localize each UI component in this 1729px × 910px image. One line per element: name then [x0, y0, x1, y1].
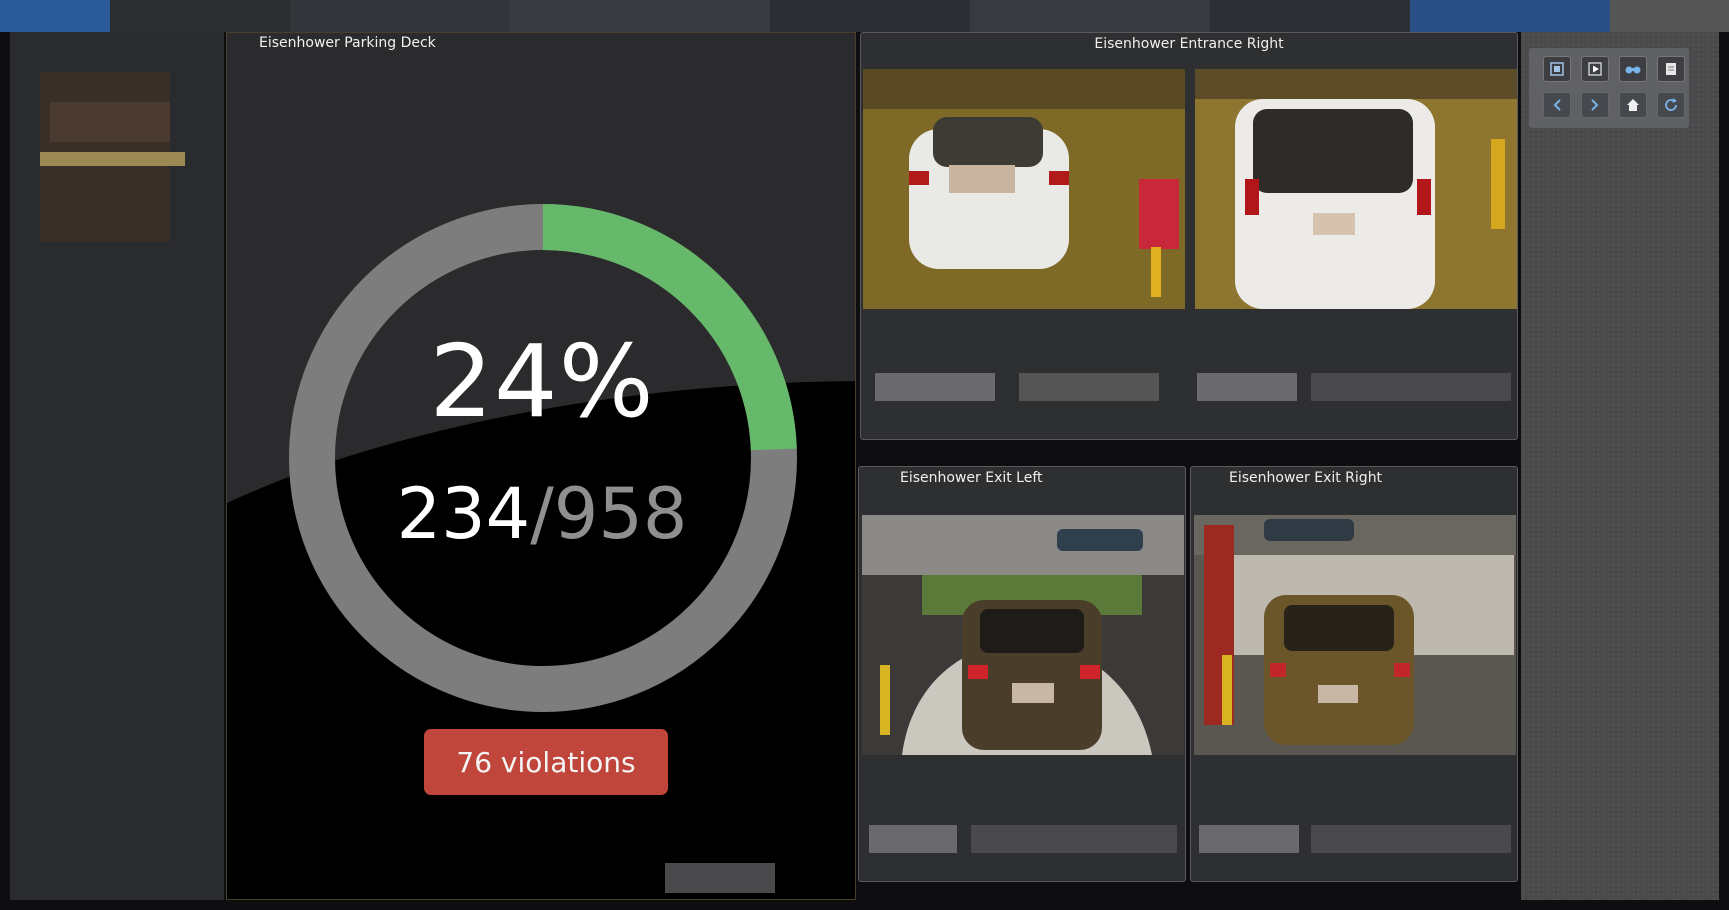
camera-image — [1194, 515, 1516, 755]
play-glyph — [1588, 62, 1602, 76]
refresh-icon[interactable] — [1657, 92, 1685, 118]
redacted-block — [665, 863, 775, 893]
redacted-block — [1019, 373, 1159, 401]
home-icon[interactable] — [1619, 92, 1647, 118]
document-icon[interactable] — [1657, 56, 1685, 82]
camera-panel-exit-left: Eisenhower Exit Left — [858, 466, 1186, 882]
camera-feed-exit-right[interactable] — [1194, 515, 1516, 755]
binoculars-glyph — [1625, 66, 1641, 74]
camera-panel-exit-right: Eisenhower Exit Right — [1190, 466, 1518, 882]
camera-feed-exit-left[interactable] — [862, 515, 1184, 755]
camera-feed-entrance-1[interactable] — [863, 69, 1185, 309]
toolbar — [1529, 48, 1689, 128]
fit-screen-icon[interactable] — [1543, 56, 1571, 82]
camera-image — [863, 69, 1185, 309]
redacted-block — [875, 373, 995, 401]
redacted-block — [1199, 825, 1299, 853]
camera-title: Eisenhower Exit Left — [900, 470, 1043, 486]
capacity-count: 958 — [553, 473, 688, 555]
camera-title: Eisenhower Exit Right — [1229, 470, 1383, 486]
occupancy-panel: Eisenhower Parking Deck 24% 234/958 76 v… — [226, 32, 856, 900]
occupancy-percent: 24% — [429, 323, 655, 440]
binoculars-icon[interactable] — [1619, 56, 1647, 82]
redacted-block — [40, 152, 185, 166]
home-glyph — [1627, 99, 1639, 111]
left-redacted-panel — [10, 32, 224, 900]
camera-panel-entrance-right: Eisenhower Entrance Right — [860, 32, 1518, 440]
chevron-right-glyph — [1591, 99, 1599, 111]
occupied-count: 234 — [396, 473, 531, 555]
chevron-left-icon[interactable] — [1543, 92, 1571, 118]
refresh-glyph — [1665, 98, 1677, 111]
redacted-block — [1311, 373, 1511, 401]
redacted-block — [869, 825, 957, 853]
camera-image — [1195, 69, 1517, 309]
chevron-left-glyph — [1553, 99, 1561, 111]
occupancy-count: 234/958 — [227, 473, 855, 555]
camera-image — [862, 515, 1184, 755]
redacted-block — [50, 102, 170, 142]
fit-screen-glyph — [1550, 62, 1564, 76]
chevron-right-icon[interactable] — [1581, 92, 1609, 118]
redacted-block — [1197, 373, 1297, 401]
camera-feed-entrance-2[interactable] — [1195, 69, 1517, 309]
redacted-block — [971, 825, 1177, 853]
camera-title: Eisenhower Entrance Right — [1094, 36, 1284, 52]
redacted-block — [1311, 825, 1511, 853]
play-icon[interactable] — [1581, 56, 1609, 82]
count-separator: / — [530, 473, 554, 555]
right-toolbar-panel — [1521, 32, 1719, 900]
document-glyph — [1666, 63, 1676, 75]
top-redacted-bar — [0, 0, 1729, 32]
violations-button[interactable]: 76 violations — [424, 729, 668, 795]
